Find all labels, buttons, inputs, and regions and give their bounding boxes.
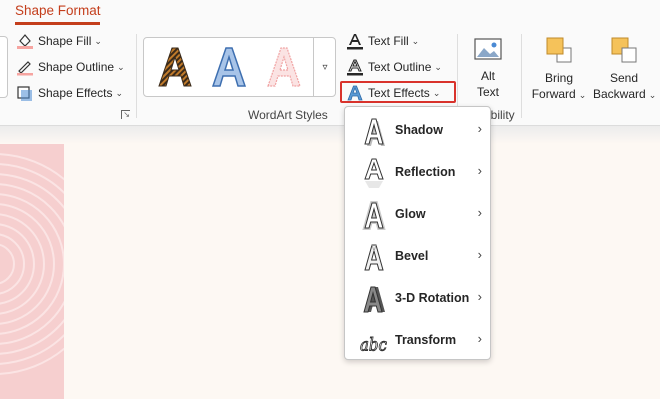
shadow-a-icon bbox=[364, 118, 385, 146]
accessibility-group-label: ibility bbox=[488, 108, 515, 122]
transform-abc-icon: abc bbox=[360, 334, 388, 355]
menu-item-transform[interactable]: abc Transform › bbox=[345, 320, 490, 362]
text-fill-label: Text Fill bbox=[368, 34, 409, 48]
chevron-down-icon: ⌄ bbox=[434, 61, 442, 72]
bevel-a-icon bbox=[364, 244, 384, 271]
menu-item-label: Reflection bbox=[395, 165, 456, 179]
chevron-down-icon: ⌄ bbox=[578, 90, 587, 100]
chevron-right-icon: › bbox=[477, 331, 482, 346]
chevron-right-icon: › bbox=[477, 205, 482, 220]
slide-decorative-panel bbox=[0, 144, 64, 399]
menu-item-label: Bevel bbox=[395, 249, 429, 263]
gallery-more-button[interactable]: ▿ bbox=[313, 37, 336, 97]
menu-item-bevel[interactable]: Bevel › bbox=[345, 236, 490, 278]
text-fill-button[interactable]: Text Fill ⌄ bbox=[346, 30, 419, 52]
bring-forward-icon bbox=[546, 37, 572, 63]
pen-outline-icon bbox=[16, 58, 34, 76]
group-separator bbox=[136, 34, 137, 118]
alt-text-button[interactable]: Alt Text bbox=[468, 34, 508, 100]
shape-fill-button[interactable]: Shape Fill ⌄ bbox=[16, 30, 102, 52]
chevron-right-icon: › bbox=[477, 163, 482, 178]
svg-text:abc: abc bbox=[360, 334, 387, 354]
chevron-down-icon: ⌄ bbox=[94, 35, 102, 46]
menu-item-label: Glow bbox=[395, 207, 426, 221]
menu-item-reflection[interactable]: Reflection › bbox=[345, 152, 490, 194]
text-fill-icon bbox=[346, 32, 364, 50]
menu-item-label: Shadow bbox=[395, 123, 443, 137]
alt-text-icon bbox=[474, 38, 502, 60]
shape-effects-label: Shape Effects bbox=[38, 86, 113, 100]
menu-item-3d-rotation[interactable]: 3-D Rotation › bbox=[345, 278, 490, 320]
menu-item-glow[interactable]: Glow › bbox=[345, 194, 490, 236]
shape-effects-icon bbox=[16, 84, 34, 102]
text-effects-highlight-box bbox=[340, 81, 456, 103]
chevron-right-icon: › bbox=[477, 121, 482, 136]
shape-effects-button[interactable]: Shape Effects ⌄ bbox=[16, 82, 123, 104]
shape-fill-label: Shape Fill bbox=[38, 34, 92, 48]
send-backward-line2: Backward ⌄ bbox=[593, 87, 657, 101]
bring-forward-line1: Bring bbox=[544, 71, 573, 85]
paint-bucket-icon bbox=[16, 32, 34, 50]
send-backward-button[interactable]: Send Backward ⌄ bbox=[593, 34, 657, 103]
send-backward-line1: Send bbox=[609, 71, 639, 85]
3d-rotation-a-icon bbox=[363, 286, 385, 313]
bring-forward-line2: Forward ⌄ bbox=[531, 87, 587, 101]
text-effects-menu: Shadow › Reflection › Glow › Bevel › 3-D… bbox=[344, 106, 491, 360]
wordart-style-pink[interactable] bbox=[264, 44, 304, 90]
wordart-group-label: WordArt Styles bbox=[248, 108, 328, 122]
chevron-down-icon: ⌄ bbox=[411, 35, 420, 46]
chevron-down-icon: ⌄ bbox=[648, 90, 657, 100]
chevron-down-icon: ⌄ bbox=[117, 61, 125, 72]
shape-outline-button[interactable]: Shape Outline ⌄ bbox=[16, 56, 125, 78]
glow-a-icon bbox=[362, 201, 386, 230]
alt-text-line1: Alt bbox=[480, 69, 495, 83]
send-backward-icon bbox=[611, 37, 637, 63]
chevron-down-icon: ▿ bbox=[322, 61, 328, 73]
ribbon-tab-strip: Shape Format bbox=[0, 0, 660, 27]
menu-item-label: 3-D Rotation bbox=[395, 291, 470, 305]
concentric-arcs-graphic bbox=[0, 153, 64, 375]
menu-item-label: Transform bbox=[395, 333, 457, 347]
active-tab-underline bbox=[15, 22, 100, 25]
wordart-style-pattern[interactable] bbox=[155, 44, 195, 90]
dialog-launcher-icon[interactable]: ↘ bbox=[121, 110, 130, 119]
text-outline-label: Text Outline bbox=[368, 60, 432, 74]
chevron-down-icon: ⌄ bbox=[115, 87, 124, 98]
tab-shape-format[interactable]: Shape Format bbox=[15, 3, 101, 18]
shape-outline-label: Shape Outline bbox=[38, 60, 115, 74]
shape-styles-edge bbox=[0, 36, 8, 98]
bring-forward-button[interactable]: Bring Forward ⌄ bbox=[528, 34, 590, 103]
wordart-style-blue[interactable] bbox=[209, 44, 249, 90]
group-separator bbox=[521, 34, 522, 118]
alt-text-line2: Text bbox=[476, 85, 499, 99]
wordart-gallery bbox=[143, 37, 336, 97]
chevron-right-icon: › bbox=[477, 289, 482, 304]
chevron-right-icon: › bbox=[477, 247, 482, 262]
text-outline-button[interactable]: Text Outline ⌄ bbox=[346, 56, 442, 78]
ribbon-shadow bbox=[0, 126, 660, 144]
menu-item-shadow[interactable]: Shadow › bbox=[345, 110, 490, 152]
text-outline-icon bbox=[346, 58, 364, 76]
reflection-a-icon bbox=[364, 158, 384, 188]
